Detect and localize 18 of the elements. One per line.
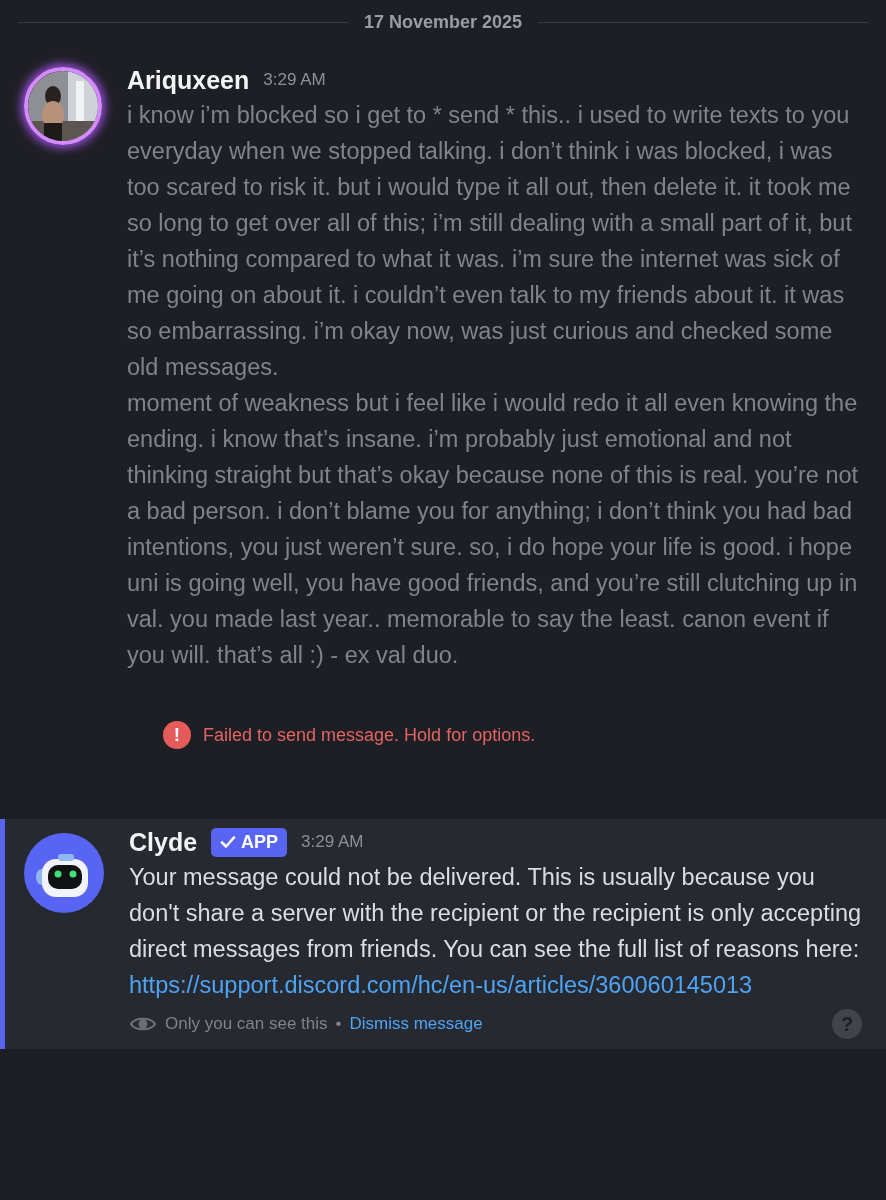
timestamp: 3:29 AM xyxy=(263,70,326,90)
separator-dot: • xyxy=(335,1014,342,1034)
checkmark-icon xyxy=(220,834,237,850)
message-text: moment of weakness but i feel like i would redo it all even knowing the ending. i know that’s insane. i’m probably just emotional and not thinking straight but that’s okay because none of this is real. you’re not a bad person. i don’t blame you for anything; i don’t think you had bad intentions, you just weren’t sure. so, i do hope your life is good. i hope uni is going well, you have good friends, and you’re still clutching up in val. you made last year.. memorable to say the least. canon event if you will. that’s all :) - ex val duo. xyxy=(127,389,860,670)
error-icon: ! xyxy=(163,721,191,749)
date-divider: 17 November 2025 xyxy=(363,12,523,33)
badge-label: APP xyxy=(241,831,279,853)
dismiss-link[interactable]: Dismiss message xyxy=(349,1014,483,1034)
robot-avatar-icon xyxy=(24,833,104,913)
error-message[interactable]: Failed to send message. Hold for options. xyxy=(203,724,536,746)
system-message-text: Your message could not be delivered. This is usually because you don't share a server with the recipient or the recipient is only accepting direct messages from friends. You can see the full list of reasons here: https://support.discord.com/hc/en-us/articles/360060145013 xyxy=(129,863,862,1000)
timestamp: 3:29 AM xyxy=(301,832,364,852)
support-link[interactable]: https://support.discord.com/hc/en-us/articles/360060145013 xyxy=(129,972,753,998)
avatar[interactable] xyxy=(24,67,102,145)
username[interactable]: Clyde xyxy=(129,827,198,857)
message-text: i know i’m blocked so i get to * send * this.. i used to write texts to you everyday when we stopped talking. i don’t think i was blocked, i was too scared to risk it. but i would type it all out, then delete it. it took me so long to get over all of this; i’m still dealing with a small part of it, but it’s nothing compared to what it was. i’m sure the internet was sick of me going on about it. i couldn’t even talk to my friends about it. it was so embarrassing. i’m okay now, was just curious and checked some old messages. xyxy=(127,101,853,382)
visibility-note: Only you can see this xyxy=(165,1014,328,1034)
username[interactable]: Ariquxeen xyxy=(127,65,250,95)
